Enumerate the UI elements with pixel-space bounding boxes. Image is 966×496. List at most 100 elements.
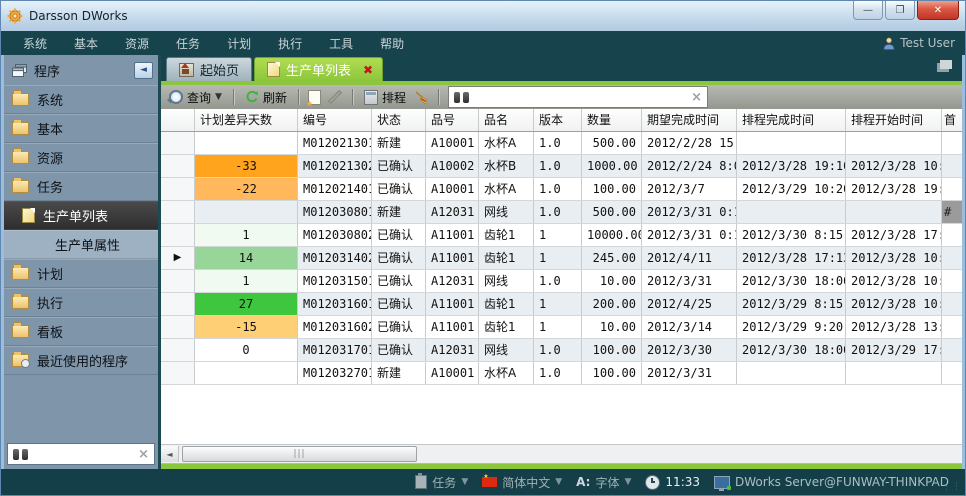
cell-sched_start[interactable]: 2012/3/28 10:52 <box>846 293 942 315</box>
cell-code[interactable]: M012021302 <box>298 155 372 177</box>
cell-code[interactable]: M012021301 <box>298 132 372 154</box>
sidebar-collapse-button[interactable]: ◄ <box>134 62 153 79</box>
cell-status[interactable]: 已确认 <box>372 293 426 315</box>
row-selector-cell[interactable]: ▶ <box>161 247 195 269</box>
cell-sched_end[interactable]: 2012/3/28 17:13 <box>737 247 846 269</box>
cell-status[interactable]: 已确认 <box>372 339 426 361</box>
cell-sched_start[interactable]: 2012/3/28 19:10 <box>846 178 942 200</box>
cell-due[interactable]: 2012/3/7 <box>642 178 737 200</box>
cell-sched_end[interactable] <box>737 132 846 154</box>
row-selector-cell[interactable] <box>161 293 195 315</box>
cell-qty[interactable]: 100.00 <box>582 362 642 384</box>
row-selector-cell[interactable] <box>161 132 195 154</box>
row-selector-cell[interactable] <box>161 155 195 177</box>
cell-pno[interactable]: A11001 <box>426 224 479 246</box>
cell-extra[interactable] <box>942 270 962 292</box>
cell-pno[interactable]: A12031 <box>426 201 479 223</box>
cell-ver[interactable]: 1.0 <box>534 178 582 200</box>
cell-due[interactable]: 2012/3/31 <box>642 362 737 384</box>
cell-code[interactable]: M012031501 <box>298 270 372 292</box>
window-list-icon[interactable] <box>940 60 952 69</box>
cell-ver[interactable]: 1 <box>534 224 582 246</box>
cell-diff[interactable]: 27 <box>195 293 298 315</box>
cell-sched_start[interactable] <box>846 362 942 384</box>
cell-sched_end[interactable]: 2012/3/29 9:20 <box>737 316 846 338</box>
sidebar-item-执行[interactable]: 执行 <box>4 288 158 317</box>
cell-qty[interactable]: 10.00 <box>582 316 642 338</box>
sidebar-item-生产单列表[interactable]: 生产单列表 <box>4 201 158 230</box>
cell-due[interactable]: 2012/3/30 <box>642 339 737 361</box>
table-row[interactable]: M012032701新建A10001水杯A1.0100.002012/3/31 <box>161 362 962 385</box>
cell-extra[interactable] <box>942 224 962 246</box>
cell-due[interactable]: 2012/3/31 0:10 <box>642 201 737 223</box>
sidebar-item-系统[interactable]: 系统 <box>4 85 158 114</box>
cell-status[interactable]: 已确认 <box>372 224 426 246</box>
cell-diff[interactable] <box>195 201 298 223</box>
cell-qty[interactable]: 500.00 <box>582 201 642 223</box>
cell-pno[interactable]: A12031 <box>426 339 479 361</box>
cell-qty[interactable]: 100.00 <box>582 178 642 200</box>
sidebar-item-基本[interactable]: 基本 <box>4 114 158 143</box>
cell-sched_end[interactable]: 2012/3/28 19:10 <box>737 155 846 177</box>
cell-pno[interactable]: A11001 <box>426 293 479 315</box>
menu-item-帮助[interactable]: 帮助 <box>380 35 404 52</box>
cell-ver[interactable]: 1.0 <box>534 362 582 384</box>
cell-pno[interactable]: A11001 <box>426 247 479 269</box>
cell-code[interactable]: M012031602 <box>298 316 372 338</box>
cell-extra[interactable]: # <box>942 201 962 223</box>
cell-qty[interactable]: 100.00 <box>582 339 642 361</box>
current-user[interactable]: Test User <box>883 36 955 50</box>
sidebar-item-生产单属性[interactable]: 生产单属性 <box>4 230 158 259</box>
cell-sched_end[interactable]: 2012/3/30 18:00 <box>737 270 846 292</box>
table-row[interactable]: -15M012031602已确认A11001齿轮1110.002012/3/14… <box>161 316 962 339</box>
cell-pname[interactable]: 网线 <box>479 270 534 292</box>
cell-code[interactable]: M012032701 <box>298 362 372 384</box>
cell-due[interactable]: 2012/4/25 <box>642 293 737 315</box>
broom-icon[interactable] <box>414 90 429 105</box>
table-row[interactable]: -22M012021401已确认A10001水杯A1.0100.002012/3… <box>161 178 962 201</box>
cell-ver[interactable]: 1.0 <box>534 339 582 361</box>
grid-header-pno[interactable]: 品号 <box>426 109 479 131</box>
cell-diff[interactable]: -33 <box>195 155 298 177</box>
grid-header-extra[interactable]: 首 <box>942 109 962 131</box>
cell-sched_start[interactable] <box>846 132 942 154</box>
edit-pencil-icon[interactable] <box>328 90 342 104</box>
cell-ver[interactable]: 1 <box>534 247 582 269</box>
cell-sched_start[interactable] <box>846 201 942 223</box>
tab-起始页[interactable]: 起始页 <box>166 57 252 81</box>
maximize-button[interactable]: ❐ <box>885 1 915 20</box>
row-selector-cell[interactable] <box>161 339 195 361</box>
cell-diff[interactable]: 0 <box>195 339 298 361</box>
new-document-icon[interactable] <box>308 90 321 105</box>
grid-header-qty[interactable]: 数量 <box>582 109 642 131</box>
cell-qty[interactable]: 1000.00 <box>582 155 642 177</box>
cell-code[interactable]: M012031402 <box>298 247 372 269</box>
cell-sched_end[interactable]: 2012/3/30 8:15 <box>737 224 846 246</box>
cell-ver[interactable]: 1 <box>534 316 582 338</box>
cell-ver[interactable]: 1.0 <box>534 155 582 177</box>
row-selector-cell[interactable] <box>161 201 195 223</box>
sidebar-item-计划[interactable]: 计划 <box>4 259 158 288</box>
scrollbar-thumb[interactable]: ||| <box>182 446 417 462</box>
cell-due[interactable]: 2012/3/31 0:17 <box>642 224 737 246</box>
cell-status[interactable]: 新建 <box>372 201 426 223</box>
font-selector[interactable]: A: 字体 ▼ <box>576 474 631 491</box>
cell-status[interactable]: 已确认 <box>372 316 426 338</box>
cell-ver[interactable]: 1 <box>534 293 582 315</box>
grid-header-ver[interactable]: 版本 <box>534 109 582 131</box>
cell-extra[interactable] <box>942 339 962 361</box>
cell-pname[interactable]: 齿轮1 <box>479 293 534 315</box>
cell-pname[interactable]: 水杯A <box>479 132 534 154</box>
cell-status[interactable]: 已确认 <box>372 247 426 269</box>
cell-code[interactable]: M012030801 <box>298 201 372 223</box>
cell-pno[interactable]: A10002 <box>426 155 479 177</box>
cell-pname[interactable]: 水杯A <box>479 362 534 384</box>
refresh-button[interactable]: 刷新 <box>243 89 289 106</box>
cell-sched_start[interactable]: 2012/3/28 17:13 <box>846 224 942 246</box>
menu-item-工具[interactable]: 工具 <box>329 35 353 52</box>
tab-close-icon[interactable]: ✖ <box>363 63 373 77</box>
cell-pname[interactable]: 齿轮1 <box>479 224 534 246</box>
table-row[interactable]: 0M012031701已确认A12031网线1.0100.002012/3/30… <box>161 339 962 362</box>
menu-item-系统[interactable]: 系统 <box>23 35 47 52</box>
sidebar-item-资源[interactable]: 资源 <box>4 143 158 172</box>
